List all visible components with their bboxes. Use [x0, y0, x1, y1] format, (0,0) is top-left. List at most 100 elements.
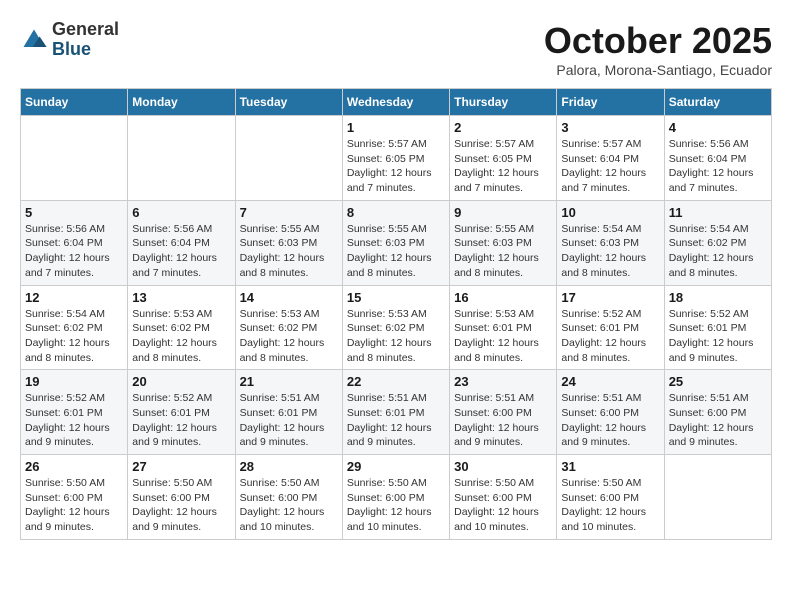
- day-number: 2: [454, 120, 552, 135]
- day-info: Sunrise: 5:52 AM Sunset: 6:01 PM Dayligh…: [25, 391, 123, 450]
- day-number: 20: [132, 374, 230, 389]
- day-info: Sunrise: 5:53 AM Sunset: 6:02 PM Dayligh…: [240, 307, 338, 366]
- calendar-table: SundayMondayTuesdayWednesdayThursdayFrid…: [20, 88, 772, 540]
- day-info: Sunrise: 5:55 AM Sunset: 6:03 PM Dayligh…: [454, 222, 552, 281]
- day-info: Sunrise: 5:52 AM Sunset: 6:01 PM Dayligh…: [561, 307, 659, 366]
- day-number: 28: [240, 459, 338, 474]
- calendar-cell: 30 Sunrise: 5:50 AM Sunset: 6:00 PM Dayli…: [450, 455, 557, 540]
- day-info: Sunrise: 5:56 AM Sunset: 6:04 PM Dayligh…: [669, 137, 767, 196]
- calendar-cell: 18 Sunrise: 5:52 AM Sunset: 6:01 PM Dayli…: [664, 285, 771, 370]
- calendar-cell: 8Sunrise: 5:55 AM Sunset: 6:03 PM Daylig…: [342, 200, 449, 285]
- calendar-cell: 20 Sunrise: 5:52 AM Sunset: 6:01 PM Dayli…: [128, 370, 235, 455]
- calendar-cell: 17 Sunrise: 5:52 AM Sunset: 6:01 PM Dayli…: [557, 285, 664, 370]
- calendar-cell: [235, 116, 342, 201]
- logo-text-blue: Blue: [52, 40, 119, 60]
- day-number: 30: [454, 459, 552, 474]
- day-number: 3: [561, 120, 659, 135]
- day-number: 14: [240, 290, 338, 305]
- calendar-cell: 15 Sunrise: 5:53 AM Sunset: 6:02 PM Dayli…: [342, 285, 449, 370]
- calendar-cell: 7Sunrise: 5:55 AM Sunset: 6:03 PM Daylig…: [235, 200, 342, 285]
- calendar-cell: 21 Sunrise: 5:51 AM Sunset: 6:01 PM Dayli…: [235, 370, 342, 455]
- day-info: Sunrise: 5:51 AM Sunset: 6:00 PM Dayligh…: [454, 391, 552, 450]
- day-info: Sunrise: 5:51 AM Sunset: 6:01 PM Dayligh…: [240, 391, 338, 450]
- calendar-cell: 26Sunrise: 5:50 AM Sunset: 6:00 PM Dayli…: [21, 455, 128, 540]
- day-number: 12: [25, 290, 123, 305]
- day-number: 11: [669, 205, 767, 220]
- calendar-cell: 16 Sunrise: 5:53 AM Sunset: 6:01 PM Dayli…: [450, 285, 557, 370]
- day-info: Sunrise: 5:50 AM Sunset: 6:00 PM Dayligh…: [132, 476, 230, 535]
- day-number: 1: [347, 120, 445, 135]
- calendar-cell: [664, 455, 771, 540]
- day-number: 29: [347, 459, 445, 474]
- calendar-cell: 28 Sunrise: 5:50 AM Sunset: 6:00 PM Dayli…: [235, 455, 342, 540]
- day-info: Sunrise: 5:50 AM Sunset: 6:00 PM Dayligh…: [561, 476, 659, 535]
- day-info: Sunrise: 5:50 AM Sunset: 6:00 PM Dayligh…: [25, 476, 123, 535]
- day-number: 13: [132, 290, 230, 305]
- day-info: Sunrise: 5:54 AM Sunset: 6:02 PM Dayligh…: [25, 307, 123, 366]
- logo-icon: [20, 26, 48, 54]
- day-info: Sunrise: 5:57 AM Sunset: 6:05 PM Dayligh…: [454, 137, 552, 196]
- calendar-cell: 1 Sunrise: 5:57 AM Sunset: 6:05 PM Daylig…: [342, 116, 449, 201]
- day-info: Sunrise: 5:53 AM Sunset: 6:01 PM Dayligh…: [454, 307, 552, 366]
- day-number: 16: [454, 290, 552, 305]
- calendar-cell: 5Sunrise: 5:56 AM Sunset: 6:04 PM Daylig…: [21, 200, 128, 285]
- day-number: 18: [669, 290, 767, 305]
- day-number: 31: [561, 459, 659, 474]
- day-number: 4: [669, 120, 767, 135]
- calendar-cell: 25 Sunrise: 5:51 AM Sunset: 6:00 PM Dayli…: [664, 370, 771, 455]
- day-number: 5: [25, 205, 123, 220]
- day-info: Sunrise: 5:50 AM Sunset: 6:00 PM Dayligh…: [347, 476, 445, 535]
- location-subtitle: Palora, Morona-Santiago, Ecuador: [544, 62, 772, 78]
- day-number: 23: [454, 374, 552, 389]
- day-number: 15: [347, 290, 445, 305]
- day-info: Sunrise: 5:52 AM Sunset: 6:01 PM Dayligh…: [132, 391, 230, 450]
- day-number: 17: [561, 290, 659, 305]
- weekday-header-friday: Friday: [557, 89, 664, 116]
- day-number: 9: [454, 205, 552, 220]
- weekday-header-sunday: Sunday: [21, 89, 128, 116]
- day-number: 22: [347, 374, 445, 389]
- day-number: 27: [132, 459, 230, 474]
- day-info: Sunrise: 5:50 AM Sunset: 6:00 PM Dayligh…: [454, 476, 552, 535]
- day-info: Sunrise: 5:54 AM Sunset: 6:03 PM Dayligh…: [561, 222, 659, 281]
- day-number: 7: [240, 205, 338, 220]
- weekday-header-wednesday: Wednesday: [342, 89, 449, 116]
- day-number: 24: [561, 374, 659, 389]
- day-info: Sunrise: 5:57 AM Sunset: 6:04 PM Dayligh…: [561, 137, 659, 196]
- day-info: Sunrise: 5:51 AM Sunset: 6:00 PM Dayligh…: [669, 391, 767, 450]
- day-info: Sunrise: 5:55 AM Sunset: 6:03 PM Dayligh…: [347, 222, 445, 281]
- day-number: 25: [669, 374, 767, 389]
- calendar-cell: [21, 116, 128, 201]
- calendar-cell: 13Sunrise: 5:53 AM Sunset: 6:02 PM Dayli…: [128, 285, 235, 370]
- day-info: Sunrise: 5:53 AM Sunset: 6:02 PM Dayligh…: [347, 307, 445, 366]
- logo-text-general: General: [52, 20, 119, 40]
- calendar-cell: 14 Sunrise: 5:53 AM Sunset: 6:02 PM Dayli…: [235, 285, 342, 370]
- calendar-week-row: 5 Sunrise: 5:56 AM Sunset: 6:04 PM Daylig…: [21, 200, 772, 285]
- calendar-cell: 24 Sunrise: 5:51 AM Sunset: 6:00 PM Dayli…: [557, 370, 664, 455]
- calendar-cell: 27 Sunrise: 5:50 AM Sunset: 6:00 PM Dayli…: [128, 455, 235, 540]
- calendar-week-row: 26Sunrise: 5:50 AM Sunset: 6:00 PM Dayli…: [21, 455, 772, 540]
- calendar-week-row: 1 Sunrise: 5:57 AM Sunset: 6:05 PM Daylig…: [21, 116, 772, 201]
- calendar-cell: 10Sunrise: 5:54 AM Sunset: 6:03 PM Dayli…: [557, 200, 664, 285]
- calendar-cell: 22 Sunrise: 5:51 AM Sunset: 6:01 PM Dayli…: [342, 370, 449, 455]
- weekday-header-thursday: Thursday: [450, 89, 557, 116]
- day-info: Sunrise: 5:51 AM Sunset: 6:00 PM Dayligh…: [561, 391, 659, 450]
- calendar-cell: 12 Sunrise: 5:54 AM Sunset: 6:02 PM Dayli…: [21, 285, 128, 370]
- day-number: 21: [240, 374, 338, 389]
- day-info: Sunrise: 5:54 AM Sunset: 6:02 PM Dayligh…: [669, 222, 767, 281]
- calendar-cell: 19Sunrise: 5:52 AM Sunset: 6:01 PM Dayli…: [21, 370, 128, 455]
- month-title: October 2025: [544, 20, 772, 62]
- calendar-week-row: 12 Sunrise: 5:54 AM Sunset: 6:02 PM Dayli…: [21, 285, 772, 370]
- calendar-cell: 23 Sunrise: 5:51 AM Sunset: 6:00 PM Dayli…: [450, 370, 557, 455]
- calendar-cell: 4 Sunrise: 5:56 AM Sunset: 6:04 PM Daylig…: [664, 116, 771, 201]
- day-info: Sunrise: 5:51 AM Sunset: 6:01 PM Dayligh…: [347, 391, 445, 450]
- day-info: Sunrise: 5:56 AM Sunset: 6:04 PM Dayligh…: [132, 222, 230, 281]
- day-info: Sunrise: 5:50 AM Sunset: 6:00 PM Dayligh…: [240, 476, 338, 535]
- day-info: Sunrise: 5:57 AM Sunset: 6:05 PM Dayligh…: [347, 137, 445, 196]
- weekday-header-monday: Monday: [128, 89, 235, 116]
- calendar-cell: [128, 116, 235, 201]
- calendar-cell: 29 Sunrise: 5:50 AM Sunset: 6:00 PM Dayli…: [342, 455, 449, 540]
- day-info: Sunrise: 5:52 AM Sunset: 6:01 PM Dayligh…: [669, 307, 767, 366]
- weekday-header-row: SundayMondayTuesdayWednesdayThursdayFrid…: [21, 89, 772, 116]
- title-area: October 2025 Palora, Morona-Santiago, Ec…: [544, 20, 772, 78]
